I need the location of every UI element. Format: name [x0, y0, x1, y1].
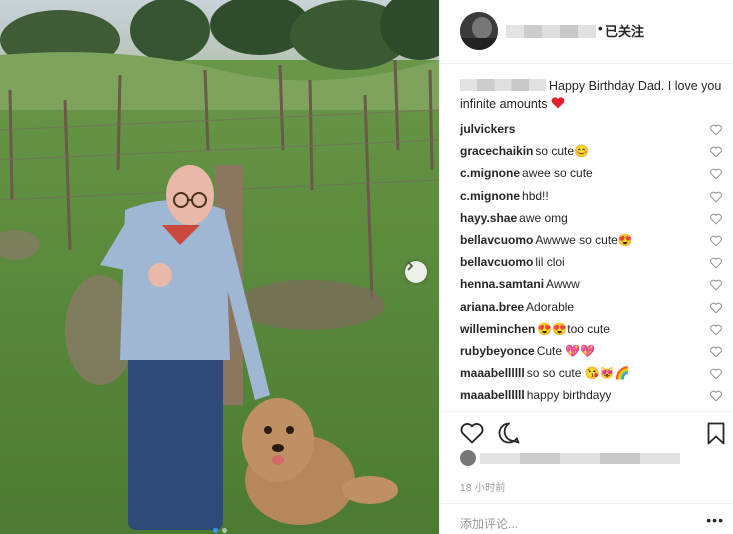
liked-by-row[interactable]: [460, 449, 680, 467]
comment-username[interactable]: willeminchen: [460, 322, 535, 336]
comment-like-heart-icon[interactable]: [710, 190, 722, 203]
carousel-dot-active: [212, 528, 218, 533]
comment-username[interactable]: c.mignone: [460, 189, 520, 203]
following-button[interactable]: 已关注: [605, 21, 644, 40]
comment-like-heart-icon[interactable]: [710, 323, 722, 336]
comment-like-heart-icon[interactable]: [710, 123, 722, 136]
comment-row: maaabellllll happy birthdayy: [460, 386, 728, 404]
comment-text: lil cloi: [535, 255, 565, 270]
comment-username[interactable]: maaabellllll: [460, 366, 525, 380]
comment-row: bellavcuomo Awwwe so cute😍: [460, 231, 728, 249]
comment-username[interactable]: julvickers: [460, 122, 515, 136]
comment-like-heart-icon[interactable]: [710, 301, 722, 314]
comment-username[interactable]: bellavcuomo: [460, 233, 533, 247]
comment-row: c.mignone awee so cute: [460, 164, 728, 182]
comment-text: awee so cute: [522, 166, 593, 181]
comment-row: gracechaikin so cute😊: [460, 142, 728, 160]
comment-text: happy birthdayy: [526, 388, 612, 403]
carousel-next-button[interactable]: [405, 261, 427, 283]
vineyard-photo: [0, 0, 439, 534]
comment-text: 😍😍too cute: [537, 321, 610, 336]
author-username-redacted[interactable]: [506, 25, 596, 38]
comment-like-heart-icon[interactable]: [710, 234, 722, 247]
carousel-indicator: [0, 528, 439, 533]
comment-text: so cute😊: [535, 144, 590, 159]
comment-like-heart-icon[interactable]: [710, 167, 722, 180]
comment-text: awe omg: [519, 210, 568, 225]
comment-text: Awwwe so cute😍: [535, 233, 633, 247]
comment-username[interactable]: hayy.shae: [460, 211, 517, 225]
like-heart-icon[interactable]: [460, 422, 484, 449]
comment-row: maaabellllll so so cute 😘😻🌈: [460, 364, 728, 382]
comment-row: ariana.bree Adorable: [460, 298, 728, 316]
comment-username[interactable]: ariana.bree: [460, 300, 524, 314]
comment-row: bellavcuomo lil cloi: [460, 253, 728, 271]
liked-by-text-redacted: [480, 453, 680, 464]
comment-like-heart-icon[interactable]: [710, 212, 722, 225]
add-comment-input[interactable]: 添加评论...: [460, 515, 518, 532]
comment-row: hayy.shae awe omg: [460, 209, 728, 227]
comment-like-heart-icon[interactable]: [710, 278, 722, 291]
follow-separator: •: [598, 21, 603, 36]
carousel-dot: [221, 528, 227, 533]
comment-like-heart-icon[interactable]: [710, 345, 722, 358]
comment-text: Adorable: [526, 299, 575, 314]
comment-like-heart-icon[interactable]: [710, 389, 722, 402]
post-timestamp[interactable]: 18 小时前: [460, 479, 506, 494]
comment-text: so so cute 😘😻🌈: [526, 366, 630, 381]
comment-text: hbd!!: [522, 188, 549, 203]
author-avatar[interactable]: [460, 12, 498, 50]
comment-username[interactable]: gracechaikin: [460, 144, 533, 158]
comment-like-heart-icon[interactable]: [710, 367, 722, 380]
post-caption: Happy Birthday Dad. I love you infinite …: [460, 77, 728, 113]
comment-username[interactable]: bellavcuomo: [460, 255, 533, 269]
post-image[interactable]: [0, 0, 439, 534]
comment-row: henna.samtani Awww: [460, 275, 728, 293]
comment-username[interactable]: c.mignone: [460, 166, 520, 180]
liker-avatar: [460, 450, 476, 466]
caption-username-redacted[interactable]: [460, 79, 546, 91]
more-options-button[interactable]: •••: [706, 512, 724, 528]
comment-row: c.mignone hbd!!: [460, 187, 728, 205]
comment-username[interactable]: rubybeyonce: [460, 344, 535, 358]
post-header: • 已关注: [440, 0, 733, 64]
comment-row: willeminchen 😍😍too cute: [460, 320, 728, 338]
comment-like-heart-icon[interactable]: [710, 256, 722, 269]
comment-row: julvickers: [460, 120, 728, 138]
bookmark-icon[interactable]: [707, 422, 725, 450]
red-heart-emoji: [551, 97, 565, 111]
comment-text: Cute 💖💖: [536, 344, 596, 358]
comment-bubble-icon[interactable]: [497, 421, 521, 450]
comment-username[interactable]: maaabellllll: [460, 388, 525, 402]
post-sidebar: • 已关注 Happy Birthday Dad. I love you inf…: [439, 0, 733, 534]
comment-like-heart-icon[interactable]: [710, 145, 722, 158]
comment-text: Awww: [546, 277, 580, 292]
comments-list[interactable]: Happy Birthday Dad. I love you infinite …: [440, 64, 733, 411]
add-comment-bar: 添加评论... •••: [440, 503, 733, 534]
comment-username[interactable]: henna.samtani: [460, 277, 544, 291]
comment-row: rubybeyonce Cute 💖💖: [460, 342, 728, 360]
